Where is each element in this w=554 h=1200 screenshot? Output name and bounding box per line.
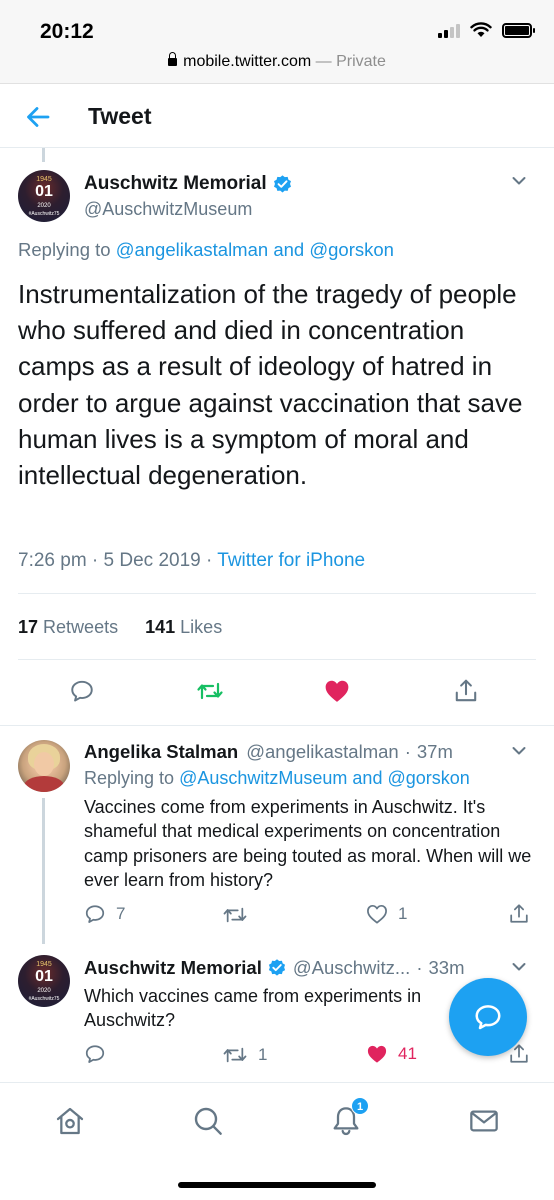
thread-line (42, 148, 45, 162)
nav-notifications[interactable]: 1 (326, 1097, 369, 1141)
retweet-icon (223, 907, 247, 923)
compose-reply-button[interactable] (449, 978, 527, 1056)
retweet-count: 1 (258, 1045, 268, 1064)
share-icon (455, 679, 477, 702)
chevron-down-icon[interactable] (512, 962, 526, 972)
tweet-text: Instrumentalization of the tragedy of pe… (18, 279, 523, 491)
tweet-time: 7:26 pm (18, 550, 87, 571)
like-button[interactable]: 1 (366, 904, 407, 924)
retweet-button[interactable] (196, 678, 224, 704)
like-icon (367, 1045, 387, 1063)
chevron-down-icon[interactable] (512, 176, 526, 186)
reply-button[interactable] (84, 1043, 116, 1065)
author-handle: @AuschwitzMuseum (84, 199, 253, 219)
url-bar[interactable]: mobile.twitter.com — Private (0, 52, 554, 71)
reply-to-link[interactable]: @angelikastalman (116, 239, 268, 260)
page-header: Tweet (0, 85, 554, 148)
page-title: Tweet (88, 103, 152, 129)
verified-badge-icon (273, 174, 291, 192)
notifications-badge: 1 (351, 1097, 369, 1115)
author-name: Angelika Stalman (84, 741, 239, 762)
reply-button[interactable]: 7 (84, 903, 125, 925)
back-arrow-icon[interactable] (24, 103, 52, 131)
like-count: 1 (398, 904, 408, 923)
avatar[interactable]: 1945 01 2020 #Auschwitz75 (18, 955, 70, 1007)
reply-to-link[interactable]: @AuschwitzMuseum (179, 768, 347, 788)
tweet-time-ago: 37m (416, 741, 453, 762)
tweet-date: 5 Dec 2019 (103, 550, 201, 571)
reply-icon (85, 1045, 105, 1063)
like-count: 41 (398, 1044, 417, 1063)
tweet-time-ago: 33m (428, 957, 465, 978)
reply-button[interactable] (69, 678, 95, 704)
home-indicator (178, 1182, 376, 1188)
share-icon (510, 904, 528, 923)
tweet-meta: 7:26 pm · 5 Dec 2019 · Twitter for iPhon… (18, 550, 366, 571)
main-tweet-author[interactable]: Auschwitz Memorial (84, 173, 293, 195)
url-text: mobile.twitter.com (183, 53, 312, 70)
nav-home[interactable] (50, 1101, 90, 1141)
chevron-down-icon[interactable] (512, 746, 526, 756)
reply-to-link[interactable]: @gorskon (387, 768, 469, 788)
wifi-icon (470, 22, 492, 37)
divider (18, 593, 536, 594)
replying-to: Replying to @angelikastalman and @gorsko… (18, 239, 394, 260)
reply-author[interactable]: Auschwitz Memorial @Auschwitz... · 33m (84, 957, 465, 979)
share-button[interactable] (508, 903, 530, 925)
retweet-icon (223, 1047, 247, 1063)
like-button[interactable]: 41 (366, 1044, 417, 1064)
status-icons (438, 22, 535, 38)
retweet-icon (197, 682, 223, 700)
avatar[interactable] (18, 740, 70, 792)
reply-to-link[interactable]: @gorskon (309, 239, 394, 260)
search-icon (194, 1107, 222, 1135)
author-handle: @angelikastalman (246, 741, 399, 762)
divider (0, 725, 554, 726)
status-bar: 20:12 mobile.twitter.com — Private (0, 0, 554, 84)
retweet-button[interactable]: 1 (222, 1044, 267, 1066)
tweet-stats: 17 Retweets 141 Likes (18, 617, 222, 638)
reply-count: 7 (116, 904, 126, 923)
home-icon (56, 1107, 84, 1135)
tweet-source-link[interactable]: Twitter for iPhone (217, 550, 365, 571)
retweets-stat[interactable]: 17 Retweets (18, 617, 118, 637)
main-tweet-handle[interactable]: @AuschwitzMuseum (84, 199, 252, 220)
like-button[interactable] (324, 679, 350, 703)
author-handle: @Auschwitz... (292, 957, 411, 978)
author-name: Auschwitz Memorial (84, 173, 267, 194)
thread-line (42, 798, 45, 944)
like-icon (325, 680, 349, 702)
author-name: Auschwitz Memorial (84, 957, 262, 978)
battery-icon (502, 22, 535, 38)
private-label: — Private (315, 53, 386, 70)
reply-icon (85, 905, 105, 923)
cellular-signal-icon (438, 22, 460, 38)
lock-icon (168, 52, 178, 66)
verified-badge-icon (268, 959, 285, 976)
reply-author[interactable]: Angelika Stalman @angelikastalman · 37m (84, 741, 453, 763)
nav-search[interactable] (188, 1101, 228, 1141)
replying-to: Replying to @AuschwitzMuseum and @gorsko… (84, 768, 470, 788)
divider (18, 659, 536, 660)
share-button[interactable] (453, 678, 479, 704)
compose-reply-icon (475, 1005, 501, 1030)
nav-messages[interactable] (464, 1101, 504, 1141)
like-icon (367, 904, 387, 924)
tweet-text: Which vaccines came from experiments in … (84, 986, 422, 1031)
likes-stat[interactable]: 141 Likes (145, 617, 222, 637)
messages-icon (470, 1110, 498, 1132)
avatar[interactable]: 1945 01 2020 #Auschwitz75 (18, 170, 70, 222)
status-time: 20:12 (40, 20, 94, 43)
tweet-text: Vaccines come from experiments in Auschw… (84, 797, 532, 890)
retweet-button[interactable] (222, 904, 258, 926)
reply-icon (71, 680, 93, 702)
